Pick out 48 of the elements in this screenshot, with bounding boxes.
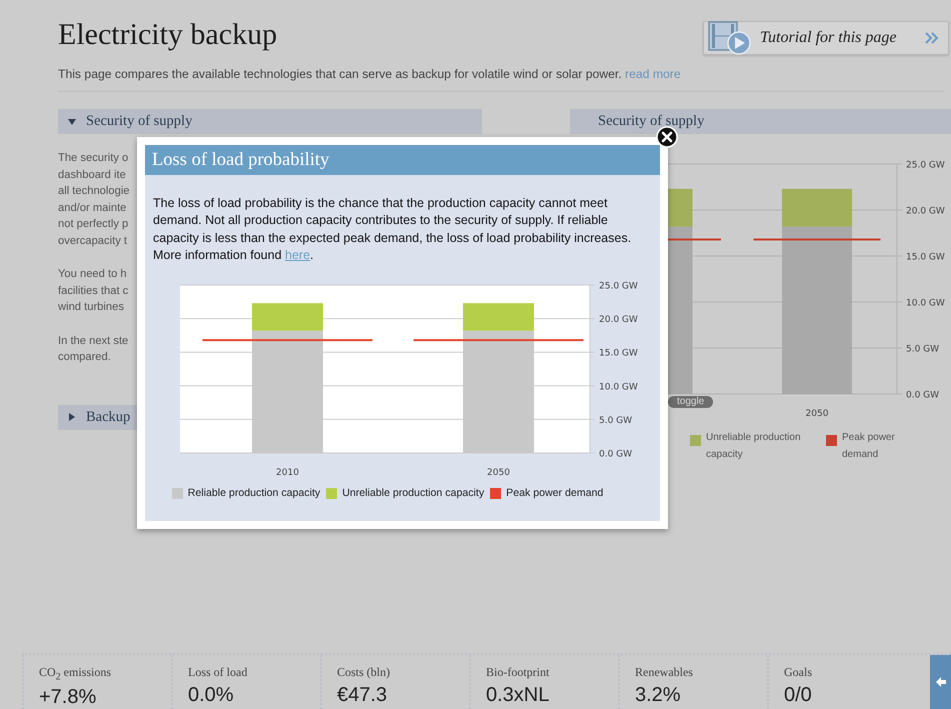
- text-line: dashboard ite: [58, 168, 126, 182]
- metric-label: Loss of load: [188, 665, 248, 680]
- legend-label: Unreliable production capacity: [706, 431, 802, 462]
- section-header: Security of supply: [570, 109, 951, 134]
- metric-value: €47.3: [337, 684, 388, 707]
- legend-label: Peak power demand: [506, 487, 604, 500]
- axis-label: 2050: [487, 468, 510, 478]
- axis-label: 20.0 GW: [599, 315, 638, 326]
- axis-label: 15.0 GW: [906, 252, 945, 262]
- axis-label: 5.0 GW: [906, 344, 940, 354]
- text-line: all technologie: [58, 184, 130, 199]
- metric-value: +7.8%: [39, 686, 98, 709]
- metric-label: Bio-footprint: [486, 665, 550, 680]
- axis-label: 2050: [806, 409, 828, 419]
- page-title: Electricity backup: [58, 17, 278, 52]
- legend-label: Reliable production capacity: [188, 487, 320, 500]
- metric-label: CO$_{2}$ emissions: [39, 665, 112, 682]
- axis-label: 20.0 GW: [906, 206, 945, 216]
- metric-label: Costs (bln): [337, 665, 392, 680]
- axis-label: 5.0 GW: [599, 416, 632, 426]
- popup-text: The loss of load probability is the chance that the production capacity cannot meet demand. Not all production capacity contributes to the security of supply. If reliable capacity is less than the expected peak demand, the loss of load probability increases. More information found here.: [153, 195, 632, 264]
- legend-label: Peak power demand: [842, 431, 896, 462]
- axis-label: 25.0 GW: [906, 160, 945, 170]
- metric-value: 3.2%: [635, 684, 682, 707]
- text-line: You need to h: [58, 267, 127, 282]
- axis-label: 0.0 GW: [906, 390, 940, 400]
- text-line: overcapacity t: [58, 234, 128, 248]
- text-line: The security o: [58, 151, 128, 166]
- metric-value: 0.3xNL: [486, 684, 550, 707]
- axis-label: 25.0 GW: [599, 282, 638, 292]
- legend-label: Unreliable production capacity: [342, 487, 484, 500]
- metric-value: 0/0: [784, 684, 813, 707]
- axis-label: 0.0 GW: [599, 450, 632, 460]
- text-line: wind turbines: [58, 300, 124, 315]
- text-line: facilities that c: [58, 284, 128, 298]
- text-line: not perfectly p: [58, 217, 128, 232]
- axis-label: 10.0 GW: [599, 382, 638, 392]
- text-line: In the next ste: [58, 334, 128, 348]
- axis-label: 10.0 GW: [906, 298, 945, 308]
- metric-label: Goals: [784, 665, 813, 680]
- metric-label: Renewables: [635, 665, 694, 680]
- page-description: This page compares the available technologies that can serve as backup for volatile wind or solar power. read more: [58, 67, 682, 81]
- axis-label: 2010: [276, 468, 299, 478]
- text-line: compared.: [58, 350, 111, 365]
- metric-value: 0.0%: [188, 684, 235, 707]
- popup-title: Loss of load probability: [145, 145, 660, 175]
- axis-label: 15.0 GW: [599, 348, 638, 359]
- text-line: and/or mainte: [58, 200, 126, 216]
